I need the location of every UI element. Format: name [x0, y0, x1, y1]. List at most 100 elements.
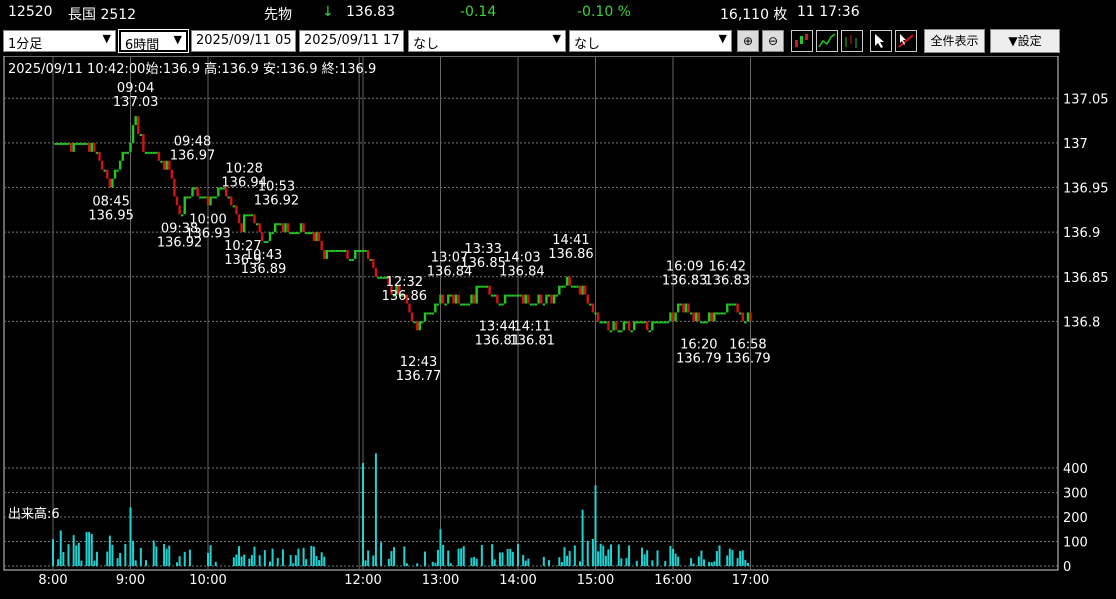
volume-bar: [281, 549, 284, 566]
candle: [596, 312, 600, 322]
candle: [196, 187, 199, 197]
cursor-icon: [875, 34, 884, 48]
candle: [369, 258, 372, 261]
candle: [521, 294, 525, 304]
candle: [297, 232, 300, 235]
bar-chart-button[interactable]: [841, 30, 863, 52]
volume-bar: [524, 560, 527, 566]
candle: [493, 294, 496, 297]
candle: [622, 321, 626, 331]
interval-select[interactable]: 1分足 ▼: [3, 30, 116, 52]
volume-bar: [746, 563, 749, 566]
volume-bar: [106, 551, 109, 566]
settings-button[interactable]: ▼設定: [990, 29, 1060, 53]
candle: [439, 294, 442, 304]
volume-bar: [646, 550, 649, 566]
candle: [173, 178, 176, 197]
candle: [178, 205, 181, 215]
candle: [217, 187, 220, 197]
candle: [281, 223, 285, 233]
volume-bar: [75, 545, 78, 566]
zoom-out-button[interactable]: ⊖: [762, 30, 784, 52]
candle: [111, 178, 114, 188]
candle: [162, 160, 166, 170]
start-date-input[interactable]: 2025/09/11 05: [191, 30, 296, 52]
annotation-value: 136.84: [499, 265, 545, 280]
volume-bar: [129, 507, 132, 566]
candle: [692, 312, 695, 322]
candle: [664, 321, 667, 324]
volume-bar: [713, 561, 716, 566]
candle: [744, 321, 747, 324]
candle: [108, 178, 112, 188]
y-tick-label: 137: [1063, 137, 1088, 152]
candle: [485, 285, 489, 288]
volume-bar: [248, 558, 251, 566]
annotation-time: 09:04: [117, 81, 154, 96]
candle: [356, 250, 360, 252]
candle: [330, 250, 334, 252]
candle: [289, 232, 292, 235]
volume-bar: [209, 545, 212, 566]
volume-bar: [292, 563, 295, 566]
annotation-time: 13:44: [479, 319, 516, 334]
candlestick-chart-button[interactable]: [791, 30, 813, 52]
candle: [684, 303, 688, 313]
volume-bar: [271, 548, 274, 566]
indicator-select-1[interactable]: なし ▼: [408, 30, 566, 52]
volume-bar: [132, 540, 135, 566]
candle: [416, 321, 419, 331]
candle: [550, 294, 553, 304]
indicator-select-2[interactable]: なし ▼: [569, 30, 732, 52]
volume-bar: [62, 552, 65, 566]
candle: [509, 294, 512, 297]
candle: [106, 169, 109, 179]
volume-bar: [677, 556, 680, 566]
trend-line-icon: [898, 34, 914, 48]
candle: [428, 312, 432, 315]
price-chart[interactable]: 08:45136.9509:04137.0309:38136.9209:4813…: [0, 56, 1116, 599]
instrument-code: 12520: [8, 4, 53, 20]
volume-bar: [367, 550, 370, 566]
candle: [237, 214, 241, 224]
annotation-time: 08:45: [92, 195, 129, 210]
candle: [728, 303, 732, 306]
candle: [532, 303, 535, 306]
candle: [607, 321, 610, 331]
volume-bar: [119, 553, 122, 566]
crosshair-tool-button[interactable]: [870, 30, 892, 52]
end-date-input[interactable]: 2025/09/11 17: [299, 30, 404, 52]
volume-bar: [124, 543, 127, 566]
candle: [594, 312, 597, 315]
show-all-button[interactable]: 全件表示: [924, 29, 985, 53]
volume-bar: [568, 551, 571, 566]
volume-bar: [439, 529, 442, 566]
volume-bar: [250, 554, 253, 566]
candle: [529, 303, 533, 306]
volume-bar: [522, 554, 525, 566]
line-chart-button[interactable]: [816, 30, 838, 52]
candle: [658, 321, 662, 324]
span-select[interactable]: 6時間 ▼: [118, 29, 189, 53]
volume-bar: [558, 557, 561, 566]
annotation-value: 136.86: [548, 247, 594, 262]
candle: [149, 151, 153, 154]
volume-bar: [276, 557, 279, 566]
zoom-in-button[interactable]: ⊕: [737, 30, 759, 52]
volume-bar: [269, 561, 271, 566]
volume-bar: [491, 544, 494, 566]
candle: [240, 223, 243, 233]
annotation-time: 16:42: [709, 260, 746, 275]
candle: [534, 303, 538, 306]
candle: [235, 205, 238, 215]
volume-bar: [364, 560, 367, 566]
volume-bar: [152, 540, 155, 566]
candle: [666, 321, 670, 324]
candle: [480, 285, 484, 288]
volume-bar: [736, 558, 739, 566]
candle: [348, 258, 352, 261]
candle: [459, 303, 463, 306]
candle: [188, 196, 192, 199]
candle: [170, 169, 174, 179]
draw-tool-button[interactable]: [895, 30, 917, 52]
